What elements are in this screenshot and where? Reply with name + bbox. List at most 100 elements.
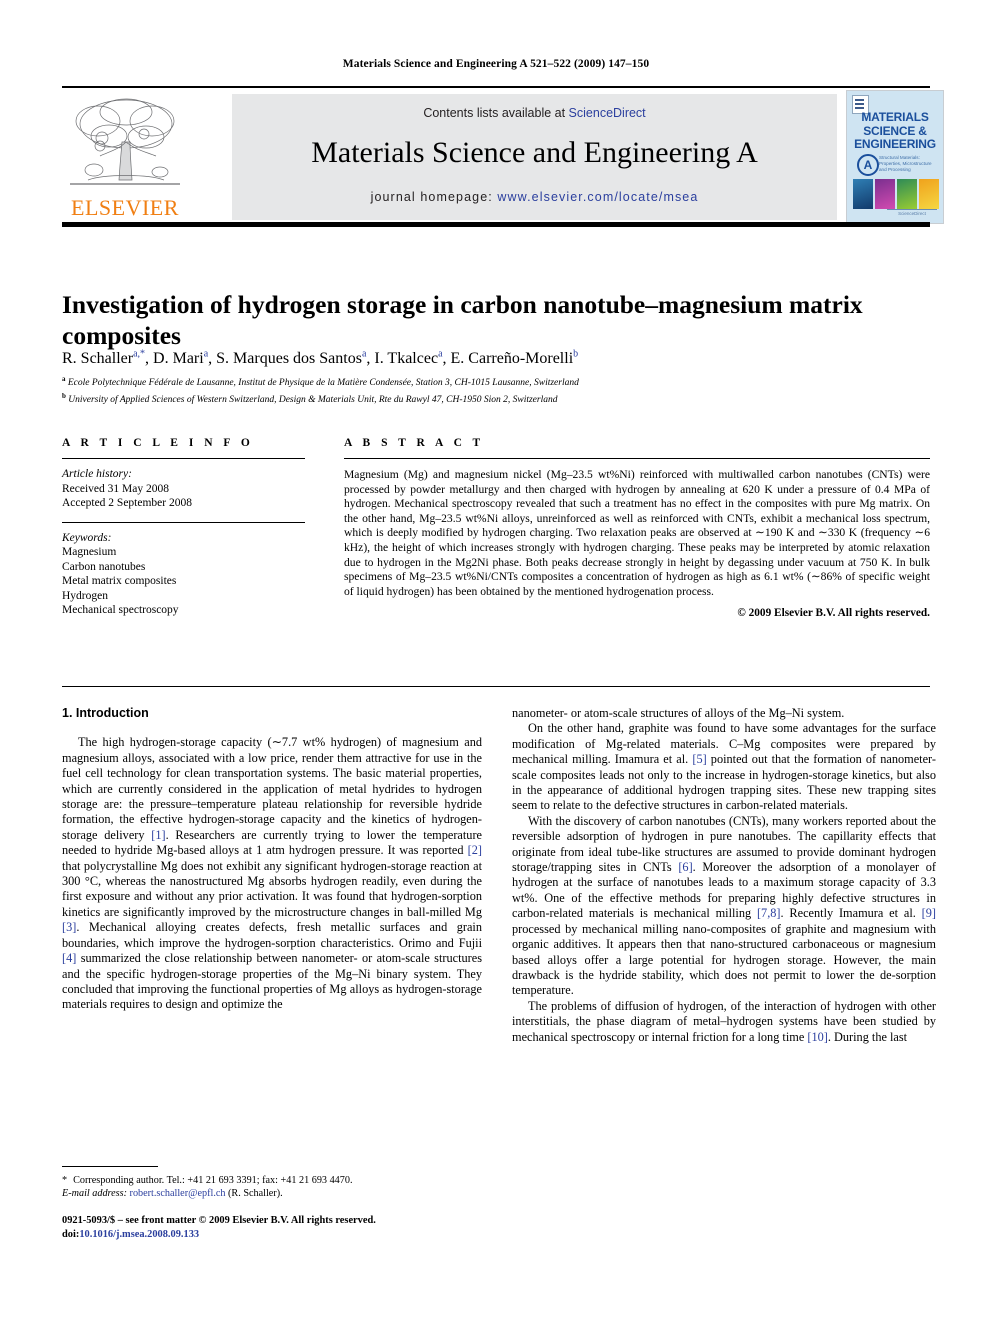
keywords-label: Keywords: <box>62 531 112 544</box>
citation-5[interactable]: [5] <box>692 752 706 766</box>
citation-7-8[interactable]: [7,8] <box>757 906 781 920</box>
article-info-rule <box>62 458 305 459</box>
cover-micrograph-4 <box>919 179 939 209</box>
cover-series-badge: A <box>857 154 879 176</box>
keyword-item: Metal matrix composites <box>62 575 177 587</box>
citation-9[interactable]: [9] <box>922 906 936 920</box>
keyword-item: Carbon nanotubes <box>62 560 146 573</box>
citation-1[interactable]: [1] <box>151 828 165 842</box>
paragraph-right-2: On the other hand, graphite was found to… <box>512 721 936 813</box>
running-head: Materials Science and Engineering A 521–… <box>342 58 650 70</box>
author-4: I. Tkalceca, <box>374 349 447 368</box>
keyword-item: Hydrogen <box>62 589 108 602</box>
cover-micrograph-2 <box>875 179 895 209</box>
citation-10[interactable]: [10] <box>807 1030 828 1044</box>
author-1: R. Schallera,*, <box>62 349 150 368</box>
cover-micrograph-3 <box>897 179 917 209</box>
author-3: S. Marques dos Santosa, <box>216 349 371 368</box>
journal-title: Materials Science and Engineering A <box>311 136 758 169</box>
cover-micrograph-1 <box>853 179 873 209</box>
author-5: E. Carreño-Morellib <box>450 349 579 368</box>
body-column-left: 1. Introduction The high hydrogen-storag… <box>62 706 482 1013</box>
article-info-column: A R T I C L E I N F O Article history: R… <box>62 437 305 618</box>
keyword-item: Magnesium <box>62 546 117 558</box>
author-2: D. Maria, <box>153 349 213 368</box>
issn-copyright-line: 0921-5093/$ – see front matter © 2009 El… <box>62 1215 376 1226</box>
author-4-affil-marker: a <box>438 349 443 360</box>
masthead-top-rule <box>62 86 930 88</box>
sciencedirect-link[interactable]: ScienceDirect <box>569 106 646 120</box>
right-3-text-d: processed by mechanical milling nano-com… <box>512 921 936 998</box>
intro-text-e: summarized the close relationship betwee… <box>62 951 482 1012</box>
homepage-prefix: journal homepage: <box>370 190 498 204</box>
paragraph-right-3: With the discovery of carbon nanotubes (… <box>512 814 936 999</box>
body-column-right: nanometer- or atom-scale structures of a… <box>512 706 936 1045</box>
contents-lists-prefix: Contents lists available at <box>423 106 569 120</box>
email-owner: (R. Schaller). <box>228 1188 283 1199</box>
journal-homepage-line: journal homepage: www.elsevier.com/locat… <box>232 190 837 204</box>
article-info-heading: A R T I C L E I N F O <box>62 437 254 449</box>
paragraph-right-1: nanometer- or atom-scale structures of a… <box>512 706 845 720</box>
footnote-star-marker: * <box>62 1175 68 1186</box>
abstract-rule <box>344 458 930 459</box>
cover-title-line-2: SCIENCE & <box>863 123 927 138</box>
citation-3[interactable]: [3] <box>62 920 76 934</box>
author-2-affil-marker: a <box>203 349 209 360</box>
homepage-url-link[interactable]: www.elsevier.com/locate/msea <box>497 190 698 204</box>
footnote-text: * Corresponding author. Tel.: +41 21 693 … <box>62 1174 482 1200</box>
keyword-item: Mechanical spectroscopy <box>62 604 179 616</box>
author-3-affil-marker: a <box>361 349 367 360</box>
affiliation-b: b University of Applied Sciences of West… <box>62 390 922 407</box>
elsevier-tree-icon <box>64 94 186 192</box>
abstract-column: A B S T R A C T Magnesium (Mg) and magne… <box>344 437 930 619</box>
author-5-affil-marker: b <box>573 349 579 360</box>
affiliation-b-marker: b <box>62 391 66 400</box>
article-accepted: Accepted 2 September 2008 <box>62 497 192 509</box>
cover-title-line-3: ENGINEERING <box>854 137 936 151</box>
affiliations: a Ecole Polytechnique Fédérale de Lausan… <box>62 373 922 406</box>
citation-4[interactable]: [4] <box>62 951 76 965</box>
email-label: E-mail address: <box>62 1188 127 1199</box>
elsevier-logo: ELSEVIER <box>64 94 186 220</box>
intro-text-a: The high hydrogen-storage capacity (∼7.7… <box>62 735 482 842</box>
imprint-block: 0921-5093/$ – see front matter © 2009 El… <box>62 1214 582 1242</box>
citation-2[interactable]: [2] <box>468 843 482 857</box>
author-1-affil-marker: a,* <box>133 349 146 360</box>
right-3-text-c: . Recently Imamura et al. <box>780 906 922 921</box>
doi-link[interactable]: 10.1016/j.msea.2008.09.133 <box>79 1229 199 1240</box>
affiliation-b-text: University of Applied Sciences of Wester… <box>68 394 558 405</box>
page-title: Investigation of hydrogen storage in car… <box>62 290 863 351</box>
intro-text-d: . Mechanical alloying creates defects, f… <box>62 920 482 950</box>
doi-label: doi: <box>62 1229 80 1240</box>
email-link[interactable]: robert.schaller@epfl.ch <box>130 1188 226 1199</box>
citation-6[interactable]: [6] <box>678 860 692 874</box>
right-4-text-b: . During the last <box>827 1029 908 1044</box>
author-list: R. Schallera,*, D. Maria, S. Marques dos… <box>62 345 922 369</box>
cover-title: MATERIALS SCIENCE & ENGINEERING <box>847 110 943 152</box>
journal-masthead: ELSEVIER Contents lists available at Sci… <box>62 86 944 227</box>
doi-line: doi:10.1016/j.msea.2008.09.133 <box>62 1228 582 1242</box>
cover-micrograph-strip <box>853 179 939 209</box>
paragraph-right-4: The problems of diffusion of hydrogen, o… <box>512 999 936 1045</box>
contents-lists-line: Contents lists available at ScienceDirec… <box>232 106 837 120</box>
affiliation-a-text: Ecole Polytechnique Fédérale de Lausanne… <box>67 378 579 389</box>
paragraph-intro-1: The high hydrogen-storage capacity (∼7.7… <box>62 735 482 1012</box>
abstract-heading: A B S T R A C T <box>344 437 485 449</box>
abstract-copyright: © 2009 Elsevier B.V. All rights reserved… <box>737 607 930 620</box>
footnote-rule <box>62 1166 158 1167</box>
journal-cover-thumbnail[interactable]: MATERIALS SCIENCE & ENGINEERING A Struct… <box>846 90 944 224</box>
article-history-block: Article history: Received 31 May 2008 Ac… <box>62 467 305 511</box>
affiliation-a-marker: a <box>62 375 66 383</box>
elsevier-wordmark: ELSEVIER <box>71 195 179 220</box>
abstract-bottom-rule <box>62 686 930 687</box>
cover-subtitle: Structural Materials: Properties, Micros… <box>879 155 932 172</box>
article-page: Materials Science and Engineering A 521–… <box>0 0 992 1323</box>
affiliation-a: a Ecole Polytechnique Fédérale de Lausan… <box>62 373 922 390</box>
cover-title-line-1: MATERIALS <box>861 110 929 124</box>
intro-text-c: that polycrystalline Mg does not exhibit… <box>62 858 482 919</box>
masthead-bottom-rule <box>62 222 930 227</box>
footnote-contact: Corresponding author. Tel.: +41 21 693 3… <box>73 1175 353 1186</box>
abstract-text: Magnesium (Mg) and magnesium nickel (Mg–… <box>344 468 930 598</box>
article-history-label: Article history: <box>62 468 132 480</box>
article-received: Received 31 May 2008 <box>62 482 169 495</box>
